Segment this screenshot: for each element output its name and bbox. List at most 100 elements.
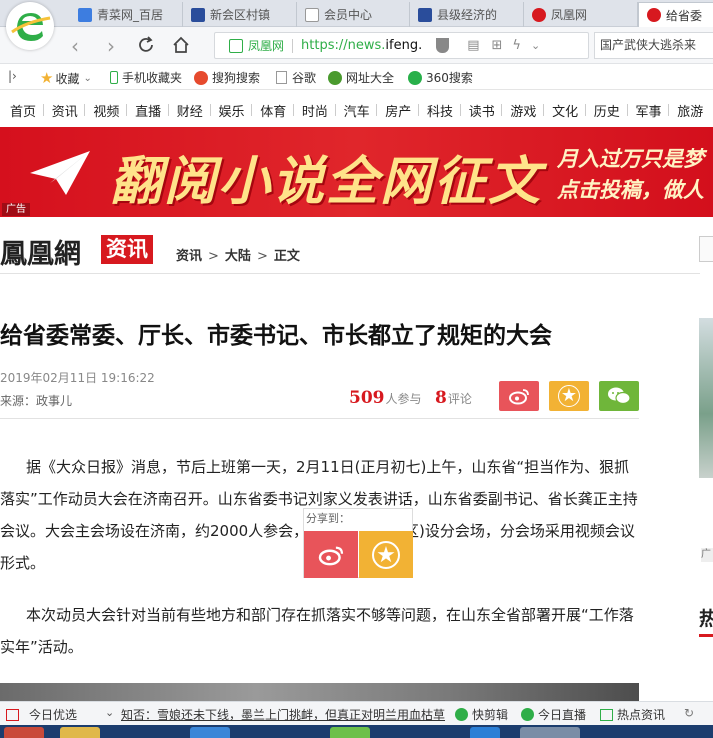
shield-icon[interactable]: [436, 38, 450, 53]
bookmark-label: 360搜索: [426, 71, 473, 85]
today-picks[interactable]: 今日优选: [6, 706, 77, 723]
tab-1[interactable]: 青菜网_百居: [70, 2, 183, 27]
refresh-icon[interactable]: ↻: [684, 706, 694, 720]
lightning-icon[interactable]: ϟ: [512, 38, 521, 53]
channel-tag[interactable]: 资讯: [101, 235, 153, 264]
breadcrumb-item: 正文: [273, 249, 300, 264]
favorite-button[interactable]: ★: [359, 531, 413, 578]
bookmark-google[interactable]: 谷歌: [276, 69, 316, 86]
bookmark-360[interactable]: 360搜索: [408, 69, 473, 86]
forward-icon[interactable]: ›: [100, 35, 122, 57]
reader-icon[interactable]: ▤: [467, 38, 479, 53]
weibo-share-button[interactable]: [304, 531, 358, 578]
tab-label: 县级经济的: [437, 8, 498, 22]
site-nav-item[interactable]: 读书: [469, 101, 495, 120]
ad-banner[interactable]: 翻阅小说全网征文 月入过万只是梦 点击投稿，做人 广告: [0, 127, 713, 217]
chevron-down-icon[interactable]: ⌄: [531, 39, 540, 52]
site-nav-item[interactable]: 房产: [385, 101, 411, 120]
side-ad[interactable]: [699, 318, 713, 478]
site-nav-item[interactable]: 资讯: [52, 101, 78, 120]
comments-count[interactable]: 8评论: [435, 388, 472, 408]
site-nav-item[interactable]: 视频: [93, 101, 119, 120]
browser-status-bar: 今日优选 ⌄ 知否：雪娘还未下线，墨兰上门挑衅，但真正对明兰用血枯草 快剪辑 今…: [0, 701, 713, 725]
site-search-input[interactable]: [699, 236, 713, 262]
site-nav-item[interactable]: 历史: [594, 101, 620, 120]
wechat-share-button[interactable]: [599, 381, 639, 411]
share-popup-label: 分享到：: [306, 512, 350, 525]
tab-favicon: [191, 7, 205, 22]
apps-icon[interactable]: ⊞: [492, 38, 503, 53]
site-nav-item[interactable]: 财经: [177, 101, 203, 120]
taskbar-item[interactable]: [520, 727, 580, 738]
favorite-button[interactable]: ★: [549, 381, 589, 411]
chevron-down-icon: ⌄: [83, 72, 92, 84]
bookmark-label: 收藏: [55, 71, 80, 86]
taskbar-item[interactable]: [60, 727, 100, 738]
bookmark-sites[interactable]: 网址大全: [328, 69, 394, 86]
site-nav-item[interactable]: 旅游: [677, 101, 703, 120]
back-icon[interactable]: ‹: [64, 35, 86, 57]
bookmark-favorites[interactable]: ★ 收藏 ⌄: [40, 69, 92, 87]
nav-separator: [459, 104, 461, 116]
taskbar-item[interactable]: [190, 727, 230, 738]
site-nav-item[interactable]: 首页: [10, 101, 36, 120]
site-nav-item[interactable]: 时尚: [302, 101, 328, 120]
browser-logo-icon[interactable]: [6, 2, 54, 50]
taskbar-item[interactable]: [4, 727, 44, 738]
news-ticker[interactable]: 知否：雪娘还未下线，墨兰上门挑衅，但真正对明兰用血枯草: [121, 706, 451, 723]
chevron-down-icon[interactable]: ⌄: [105, 706, 114, 719]
participants-count[interactable]: 509人参与: [349, 388, 422, 408]
taskbar-item[interactable]: [330, 727, 370, 738]
tab-favicon: [78, 7, 92, 22]
page-icon: [305, 7, 319, 22]
bookmark-mobile[interactable]: 手机收藏夹: [110, 69, 182, 86]
banner-subtitle: 点击投稿，做人: [557, 177, 704, 202]
hot-news[interactable]: 热点资讯: [600, 706, 665, 723]
star-icon: ★: [372, 540, 400, 569]
address-bar[interactable]: 凤凰网 https://news. ifeng. ▤ ⊞ ϟ ⌄: [214, 32, 589, 59]
weibo-share-button[interactable]: [499, 381, 539, 411]
play-icon: [455, 708, 468, 721]
tab-5[interactable]: 凤凰网: [524, 2, 638, 27]
home-icon[interactable]: [170, 35, 192, 57]
tab-favicon: [418, 7, 432, 22]
tab-2[interactable]: 新会区村镇: [183, 2, 297, 27]
ifeng-logo[interactable]: 鳳凰網: [0, 232, 81, 271]
tab-label: 青菜网_百居: [97, 8, 164, 22]
url-prefix: https://news.: [301, 38, 386, 53]
breadcrumb-item[interactable]: 大陆: [225, 249, 251, 264]
url-domain: ifeng.: [385, 38, 423, 53]
breadcrumb-item[interactable]: 资讯: [176, 249, 202, 264]
tab-bar: 青菜网_百居 新会区村镇 会员中心 县级经济的 凤凰网 给省委: [0, 0, 713, 27]
quick-clip[interactable]: 快剪辑: [455, 706, 508, 723]
weibo-icon: [509, 389, 529, 405]
tab-3[interactable]: 会员中心: [297, 2, 410, 27]
sidebar-toggle-icon[interactable]: |›: [8, 69, 17, 83]
breadcrumb-separator: >: [208, 249, 219, 264]
tab-4[interactable]: 县级经济的: [410, 2, 524, 27]
site-nav-item[interactable]: 体育: [260, 101, 286, 120]
tab-label: 新会区村镇: [210, 8, 271, 22]
site-nav-item[interactable]: 科技: [427, 101, 453, 120]
site-nav-item[interactable]: 娱乐: [219, 101, 245, 120]
site-nav-item[interactable]: 汽车: [344, 101, 370, 120]
site-nav-item[interactable]: 军事: [636, 101, 662, 120]
search-input[interactable]: 国产武侠大逃杀来: [594, 32, 713, 59]
sites-icon: [328, 70, 342, 85]
nav-separator: [584, 104, 586, 116]
taskbar-item[interactable]: [470, 727, 500, 738]
ifeng-icon: [647, 8, 661, 22]
nav-separator: [418, 104, 419, 116]
article-source[interactable]: 来源：政事儿: [0, 392, 72, 409]
site-navigation: 首页 资讯 视频 直播 财经 娱乐 体育 时尚 汽车 房产 科技 读书 游戏 文化 历史 军事 旅游: [0, 92, 713, 126]
bookmark-sogou[interactable]: 搜狗搜索: [194, 69, 260, 86]
nav-separator: [42, 104, 44, 116]
refresh-icon[interactable]: [135, 35, 157, 57]
site-nav-item[interactable]: 文化: [552, 101, 578, 120]
sogou-icon: [194, 70, 208, 85]
site-nav-item[interactable]: 游戏: [510, 101, 536, 120]
site-nav-item[interactable]: 直播: [135, 101, 161, 120]
tab-active[interactable]: 给省委: [638, 2, 713, 27]
today-live[interactable]: 今日直播: [521, 706, 586, 723]
bookmark-label: 手机收藏夹: [122, 71, 183, 85]
